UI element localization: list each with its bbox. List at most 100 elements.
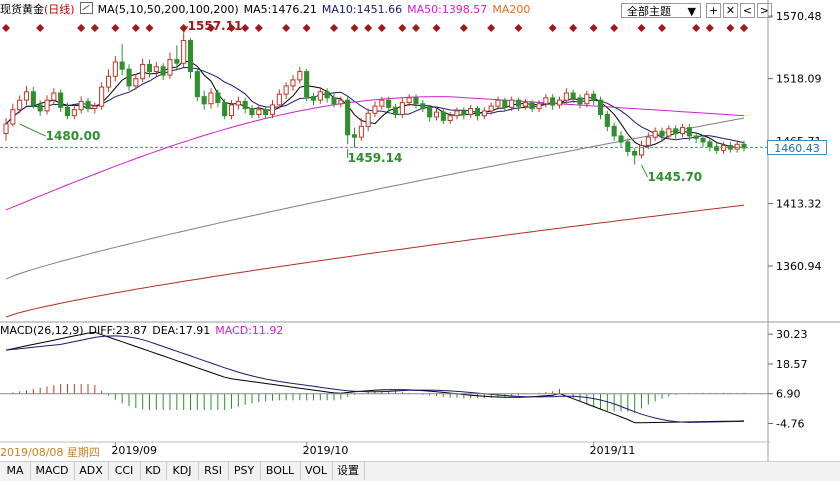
candle-body <box>461 110 467 116</box>
tab-macd[interactable]: MACD <box>30 462 75 480</box>
event-diamond <box>350 24 359 32</box>
candle-body <box>372 105 378 114</box>
macd-value: MACD:11.92 <box>215 324 284 337</box>
macd-params: MACD(26,12,9) <box>0 324 84 337</box>
annotation-label: 1445.70 <box>648 170 703 184</box>
event-diamond <box>412 24 420 32</box>
tab-cci[interactable]: CCI <box>108 462 141 480</box>
candle-body <box>324 91 330 99</box>
annotation-label: 1480.00 <box>46 129 101 143</box>
event-diamond <box>610 24 619 32</box>
tab-vol[interactable]: VOL <box>300 462 333 480</box>
candle-body <box>263 109 269 115</box>
candle-body <box>201 96 207 105</box>
event-diamond <box>692 24 701 32</box>
tab-ma[interactable]: MA <box>0 462 31 480</box>
date-label-sep: 2019/09 <box>111 444 158 457</box>
event-diamond <box>548 24 557 32</box>
candle-body <box>563 92 569 101</box>
chart-window: 现货黄金(日线) MA(5,10,50,200,100,200) MA5:1476.… <box>0 0 840 481</box>
candle-body <box>269 104 275 115</box>
candle-body <box>543 97 549 105</box>
event-diamond <box>145 24 154 32</box>
candle-body <box>146 63 152 73</box>
candle-body <box>406 97 412 104</box>
candle-body <box>85 100 91 110</box>
price-tick-label: 1518.09 <box>776 73 822 86</box>
candle-body <box>625 141 631 152</box>
candle-body <box>686 127 692 137</box>
tab-设置[interactable]: 设置 <box>332 462 365 480</box>
event-diamond <box>254 24 263 32</box>
candle-body <box>160 66 166 76</box>
macd-diff-line <box>5 331 745 424</box>
candle-body <box>228 104 234 117</box>
candle-body <box>550 97 556 106</box>
macd-pane <box>5 331 745 424</box>
event-diamond <box>514 24 523 32</box>
event-diamond <box>487 24 496 32</box>
price-chart[interactable]: 1557.11 1480.00 1459.14 1445.70 1570.48 1518… <box>0 0 840 480</box>
candle-body <box>119 61 125 70</box>
candle-body <box>577 97 583 105</box>
candle-body <box>37 104 43 112</box>
candle-body <box>570 92 576 99</box>
tab-rsi[interactable]: RSI <box>198 462 229 480</box>
tab-psy[interactable]: PSY <box>228 462 261 480</box>
macd-header: MACD(26,12,9) DIFF:23.87 DEA:17.91 MACD:11.… <box>0 323 288 339</box>
candle-body <box>481 110 487 117</box>
candle-body <box>365 112 371 127</box>
event-diamond <box>459 24 468 32</box>
candle-body <box>427 108 433 118</box>
candle-body <box>495 99 501 107</box>
macd-dea-line <box>5 335 745 423</box>
event-diamond <box>330 24 338 32</box>
event-diamond <box>302 24 311 32</box>
tab-adx[interactable]: ADX <box>74 462 109 480</box>
candle-body <box>126 68 132 87</box>
annotation-leader <box>19 123 46 137</box>
candle-body <box>440 111 446 121</box>
event-diamond <box>36 24 45 32</box>
date-axis: 2019/08/08 星期四 2019/09 2019/10 2019/11 <box>0 442 770 460</box>
candle-body <box>447 115 453 121</box>
price-tick-label: 1360.94 <box>776 260 822 273</box>
candle-body <box>611 125 617 137</box>
macd-tick-label: 18.57 <box>776 358 808 371</box>
candle-body <box>516 99 522 107</box>
candle-body <box>645 136 651 146</box>
tab-kdj[interactable]: KDJ <box>166 462 199 480</box>
event-diamond <box>398 24 407 32</box>
candle-body <box>140 63 146 80</box>
event-diamond <box>241 24 250 32</box>
candle-body <box>331 97 337 105</box>
macd-dea: DEA:17.91 <box>152 324 211 337</box>
event-diamond <box>740 24 748 32</box>
candle-body <box>78 100 84 111</box>
event-diamond <box>2 24 10 32</box>
candle-body <box>283 85 289 95</box>
ma100-line <box>5 117 745 280</box>
tab-boll[interactable]: BOLL <box>260 462 301 480</box>
candle-body <box>187 40 193 72</box>
tab-kd[interactable]: KD <box>140 462 167 480</box>
candle-body <box>3 123 9 134</box>
event-diamond <box>282 24 291 32</box>
price-tick-label: 1413.32 <box>776 198 822 211</box>
candle-body <box>734 143 740 150</box>
candle-body <box>379 99 385 107</box>
candle-body <box>317 91 323 101</box>
macd-tick-label: 6.90 <box>776 388 801 401</box>
macd-diff: DIFF:23.87 <box>88 324 148 337</box>
event-diamond <box>77 24 86 32</box>
candle-body <box>276 93 282 106</box>
event-diamond <box>111 24 120 32</box>
ma200-line <box>5 204 745 318</box>
event-diamond <box>131 24 140 32</box>
date-label-start: 2019/08/08 星期四 <box>0 446 100 459</box>
candle-body <box>509 99 515 108</box>
candle-body <box>399 102 405 115</box>
candle-body <box>598 99 604 115</box>
candle-body <box>304 71 310 98</box>
candle-body <box>10 109 16 125</box>
